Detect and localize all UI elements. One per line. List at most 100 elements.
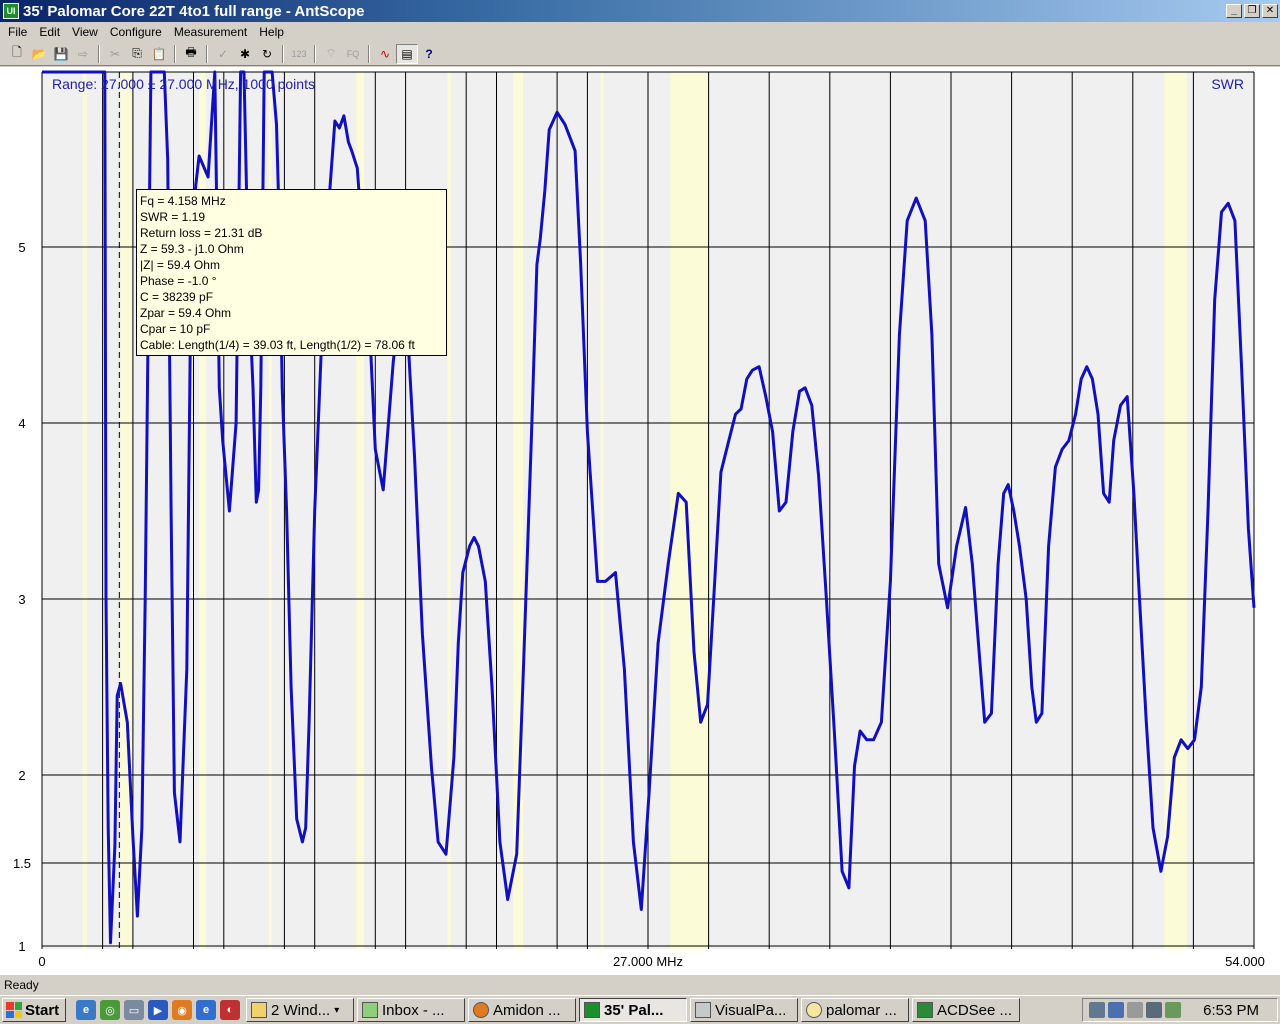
mail-icon [362,1002,378,1018]
search-icon [806,1002,822,1018]
y-tick-label: 3 [18,592,25,607]
task-button-amidon[interactable]: Amidon ... [468,998,576,1022]
menu-bar: File Edit View Configure Measurement Hel… [0,22,1280,41]
band-strip [1164,72,1187,949]
system-tray: 6:53 PM [1082,998,1278,1022]
tooltip-line: |Z| = 59.4 Ohm [140,258,220,272]
chart-icon[interactable]: ∿ [374,44,396,64]
tooltip-line: Fq = 4.158 MHz [140,194,226,208]
security-icon[interactable] [1127,1002,1143,1018]
band-strip [600,72,604,949]
desktop-icon[interactable]: ▭ [124,1000,144,1020]
windows-logo-icon [6,1002,22,1018]
close-button[interactable]: ✕ [1262,4,1278,18]
open-icon[interactable]: 📂 [28,44,50,64]
task-button-antscope[interactable]: 35' Pal... [579,998,687,1022]
window-icon[interactable]: ▤ [396,43,418,64]
menu-edit[interactable]: Edit [33,25,66,39]
toolbar-separator [282,44,284,63]
restore-button[interactable]: ❐ [1244,4,1260,18]
new-icon[interactable]: 🗋 [6,44,28,64]
tooltip-line: Phase = -1.0 ° [140,274,217,288]
task-button-windows[interactable]: 2 Wind... ▾ [246,998,354,1022]
status-bar: Ready [0,975,1280,995]
menu-view[interactable]: View [66,25,104,39]
measurement-tooltip: Fq = 4.158 MHz SWR = 1.19 Return loss = … [136,189,447,356]
task-button-inbox[interactable]: Inbox - ... [357,998,465,1022]
ie-icon[interactable]: e [76,1000,96,1020]
ie-browser-icon[interactable]: e [196,1000,216,1020]
start-label: Start [25,1001,60,1019]
minimize-button[interactable]: _ [1226,4,1242,18]
toolbar: 🗋 📂 💾 ⇨ ✂ ⎘ 📋 🖶 ✓ ✱ ↻ 123 ⌔ FQ ∿ ▤ ? [0,42,1280,66]
volume-icon[interactable] [1108,1002,1124,1018]
menu-file[interactable]: File [2,25,33,39]
media-player-icon[interactable]: ▶ [148,1000,168,1020]
tooltip-line: Z = 59.3 - j1.0 Ohm [140,242,244,256]
folder-icon [251,1002,267,1018]
y-tick-label: 1 [18,939,25,954]
swr-plot[interactable]: Range: 27.000 ± 27.000 MHz, 1000 points … [0,67,1280,975]
update-icon[interactable] [1165,1002,1181,1018]
x-tick-label: 27.000 MHz [613,954,683,969]
display-icon[interactable] [1146,1002,1162,1018]
title-bar[interactable]: UI 35' Palomar Core 22T 4to1 full range … [0,0,1280,22]
taskbar: Start e ◎ ▭ ▶ ◉ e ◐ 2 Wind... ▾ Inbox - … [0,995,1280,1024]
x-tick-label: 54.000 [1225,954,1265,969]
y-axis-ticks: 1 1.5 2 3 4 5 [13,240,31,954]
toolbar-separator [368,44,370,63]
tooltip-line: Cpar = 10 pF [140,322,211,336]
marker-icon[interactable]: ✱ [234,44,256,64]
start-button[interactable]: Start [2,998,66,1022]
toolbar-separator [98,44,100,63]
y-tick-label: 2 [18,768,25,783]
cut-icon[interactable]: ✂ [104,44,126,64]
visualpa-icon [695,1002,711,1018]
app-launcher-icon[interactable]: ◎ [100,1000,120,1020]
counter-icon[interactable]: 123 [288,44,310,64]
media-icon[interactable]: ◐ [220,1000,240,1020]
toolbar-separator [174,44,176,63]
firefox-icon[interactable]: ◉ [172,1000,192,1020]
antscope-icon [584,1002,600,1018]
refresh-icon[interactable]: ↻ [256,44,278,64]
export-icon[interactable]: ⇨ [72,44,94,64]
menu-measurement[interactable]: Measurement [168,25,253,39]
paste-icon[interactable]: 📋 [148,44,170,64]
firefox-icon [473,1002,489,1018]
tooltip-line: SWR = 1.19 [140,210,206,224]
series-label: SWR [1211,76,1244,92]
x-tick-label: 0 [38,954,45,969]
x-axis-ticks: 0 27.000 MHz 54.000 [38,954,1265,969]
y-tick-label: 4 [18,416,25,431]
copy-icon[interactable]: ⎘ [126,44,148,64]
network-icon[interactable] [1089,1002,1105,1018]
y-tick-label: 1.5 [13,856,31,871]
app-icon: UI [3,3,19,19]
y-tick-label: 5 [18,240,25,255]
clock: 6:53 PM [1203,1001,1259,1019]
tooltip-line: Cable: Length(1/4) = 39.03 ft, Length(1/… [140,338,415,352]
menu-configure[interactable]: Configure [104,25,168,39]
toolbar-separator [206,44,208,63]
band-strip [82,72,87,949]
tooltip-line: Zpar = 59.4 Ohm [140,306,232,320]
status-text: Ready [4,978,39,992]
quick-launch: e ◎ ▭ ▶ ◉ e ◐ [76,1000,240,1020]
task-button-palomar[interactable]: palomar ... [801,998,909,1022]
help-icon[interactable]: ? [418,44,440,64]
range-label: Range: 27.000 ± 27.000 MHz, 1000 points [52,76,315,92]
task-button-visualpa[interactable]: VisualPa... [690,998,798,1022]
check-icon[interactable]: ✓ [212,44,234,64]
signal-icon[interactable]: ⌔ [320,44,342,64]
task-button-acdsee[interactable]: ACDSee ... [912,998,1020,1022]
toolbar-separator [314,44,316,63]
tooltip-line: C = 38239 pF [140,290,214,304]
menu-help[interactable]: Help [253,25,290,39]
tooltip-line: Return loss = 21.31 dB [140,226,263,240]
print-icon[interactable]: 🖶 [180,44,202,64]
fq-icon[interactable]: FQ [342,44,364,64]
acdsee-icon [917,1002,933,1018]
band-strip [120,72,132,949]
save-icon[interactable]: 💾 [50,44,72,64]
